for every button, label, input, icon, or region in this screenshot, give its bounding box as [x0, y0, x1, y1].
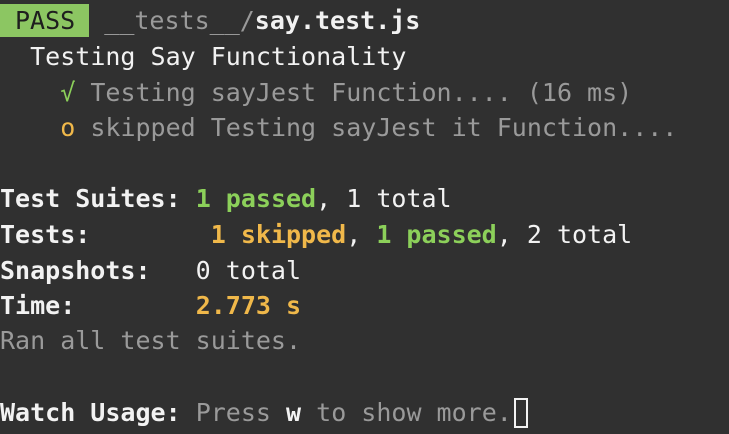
watch-usage-row: Watch Usage: Press w to show more.: [0, 395, 729, 431]
circle-icon: o: [60, 113, 76, 142]
suite-title-row: Testing Say Functionality: [0, 39, 729, 75]
test-name: skipped Testing sayJest it Function....: [90, 113, 678, 142]
test-row: o skipped Testing sayJest it Function...…: [0, 110, 729, 145]
summary-label: Test Suites:: [0, 184, 181, 213]
tests-skipped: 1 skipped: [210, 220, 347, 249]
summary-label: Snapshots:: [0, 256, 151, 285]
time-value: 2.773 s: [195, 291, 302, 320]
terminal-window: PASS __tests__/say.test.js Testing Say F…: [0, 0, 729, 434]
suites-total: 1 total: [346, 184, 452, 213]
summary-label: Tests:: [0, 220, 91, 249]
test-file-name: say.test.js: [254, 6, 421, 35]
check-icon: √: [60, 78, 76, 107]
tests-passed: 1 passed: [376, 220, 497, 249]
terminal-cursor[interactable]: [513, 398, 528, 428]
test-name: Testing sayJest Function....: [90, 78, 512, 107]
test-file-header: PASS __tests__/say.test.js: [0, 3, 729, 39]
suites-passed: 1 passed: [195, 184, 317, 213]
watch-rest: to show more.: [316, 398, 512, 427]
pass-badge: PASS: [0, 4, 90, 37]
suite-title: Testing Say Functionality: [30, 42, 407, 71]
ran-all-line: Ran all test suites.: [0, 323, 729, 359]
tests-total: 2 total: [526, 220, 633, 249]
summary-time-row: Time: 2.773 s: [0, 288, 729, 323]
test-row: √ Testing sayJest Function.... (16 ms): [0, 75, 729, 110]
summary-snapshots-row: Snapshots: 0 total: [0, 253, 729, 288]
test-dir: __tests__/: [104, 6, 255, 35]
watch-label: Watch Usage:: [0, 398, 181, 427]
watch-press: Press: [195, 398, 271, 427]
summary-suites-row: Test Suites: 1 passed, 1 total: [0, 184, 452, 213]
watch-key: w: [286, 398, 302, 427]
snapshots-total: 0 total: [195, 256, 302, 285]
summary-label: Time:: [0, 291, 76, 320]
summary-tests-row: Tests: 1 skipped, 1 passed, 2 total: [0, 220, 633, 249]
test-duration: (16 ms): [526, 78, 633, 107]
ran-all-text: Ran all test suites.: [0, 326, 302, 355]
